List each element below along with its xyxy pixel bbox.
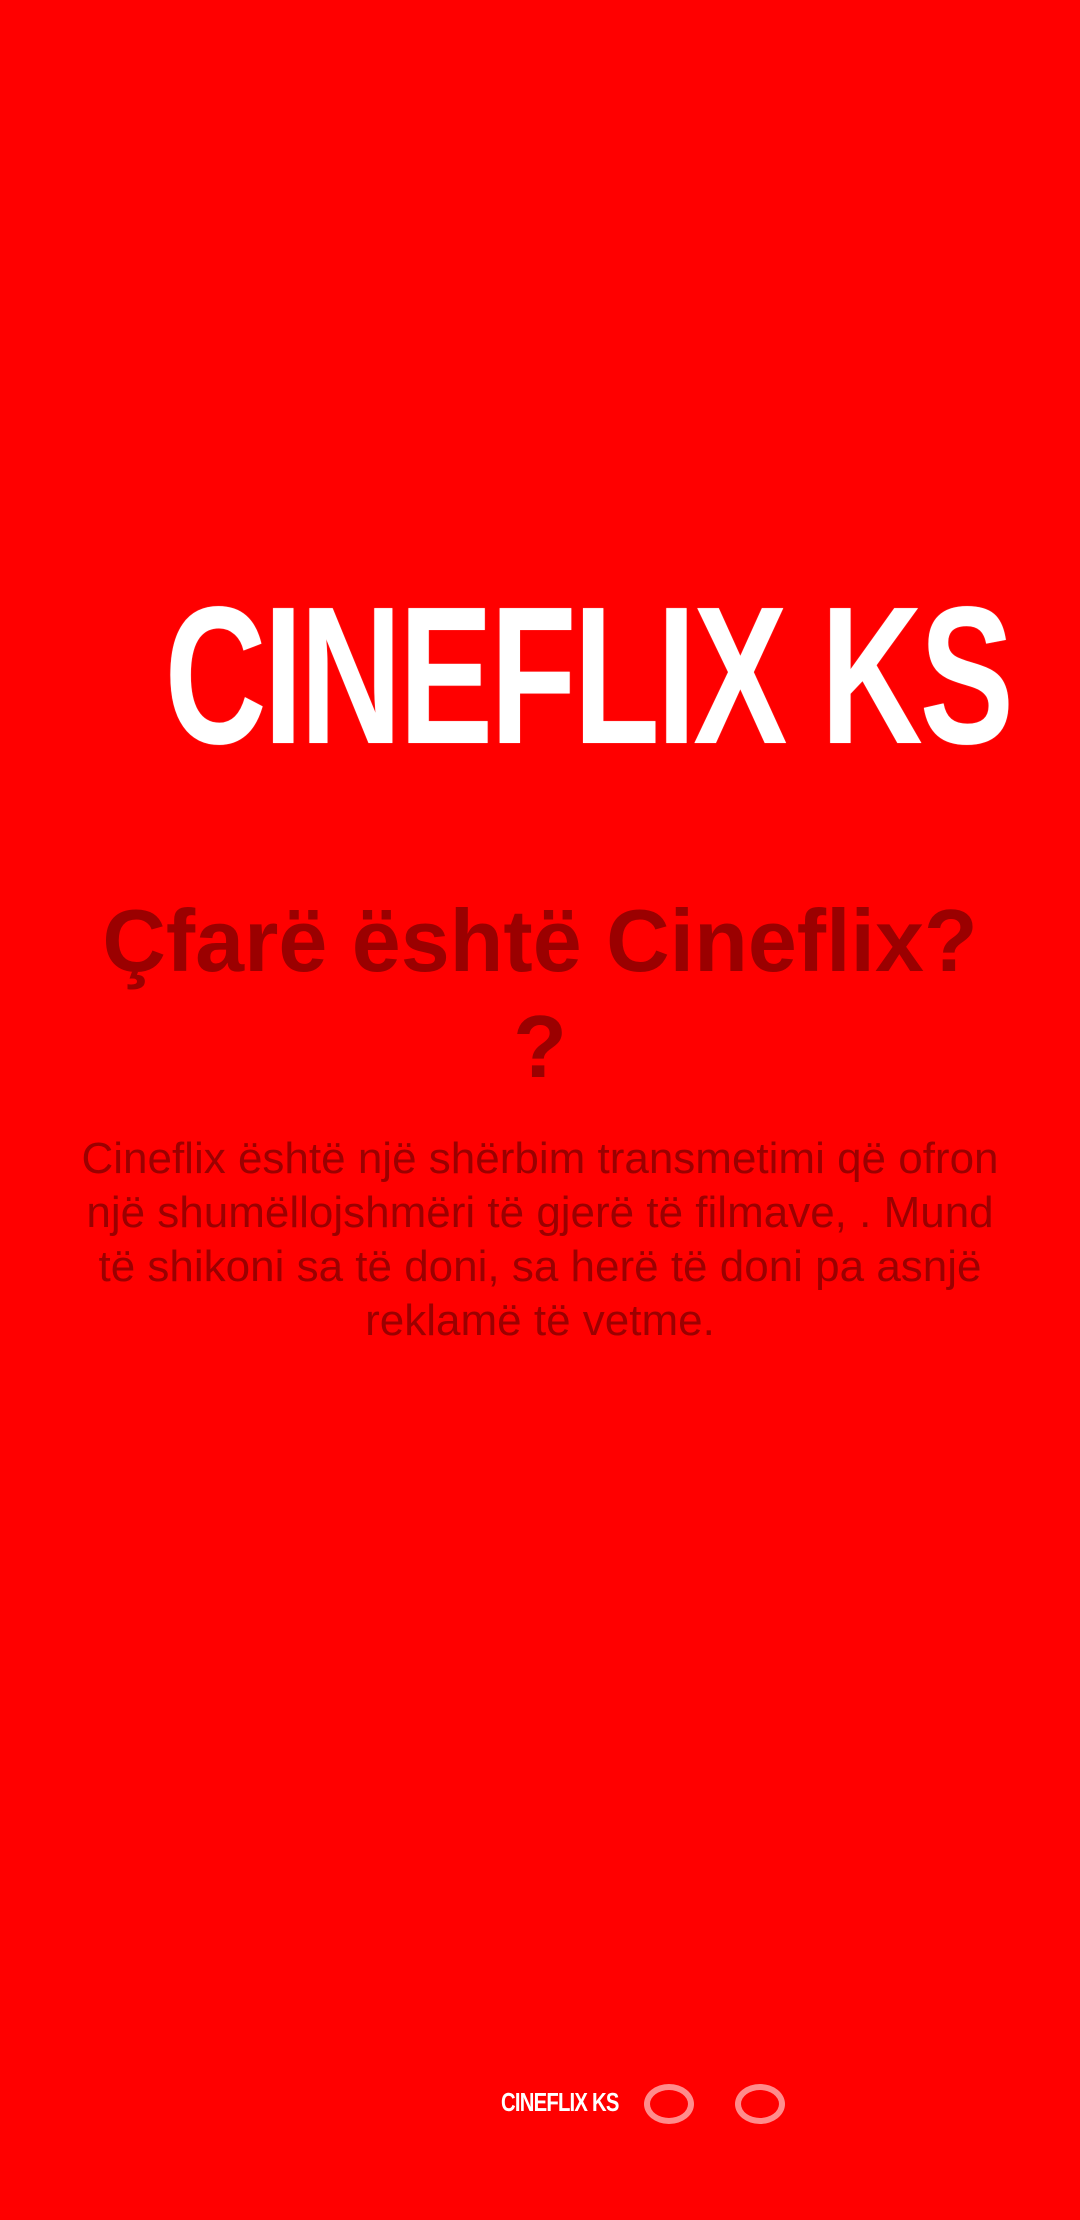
onboarding-description: Cineflix është një shërbim transmetimi q… bbox=[81, 1134, 999, 1345]
onboarding-screen: CINEFLIX KS Çfarë është Cineflix? ? Cine… bbox=[0, 0, 1080, 2220]
cineflix-logo: CINEFLIX KS bbox=[164, 566, 1014, 785]
current-page-indicator: CINEFLIX KS bbox=[501, 2087, 619, 2117]
page-dot-2[interactable] bbox=[644, 2084, 694, 2124]
page-dot-3[interactable] bbox=[735, 2084, 785, 2124]
onboarding-title: Çfarë është Cineflix? ? bbox=[102, 891, 978, 1096]
page-indicator: CINEFLIX KS bbox=[0, 2082, 1080, 2124]
logo-container: CINEFLIX KS bbox=[0, 578, 1080, 774]
